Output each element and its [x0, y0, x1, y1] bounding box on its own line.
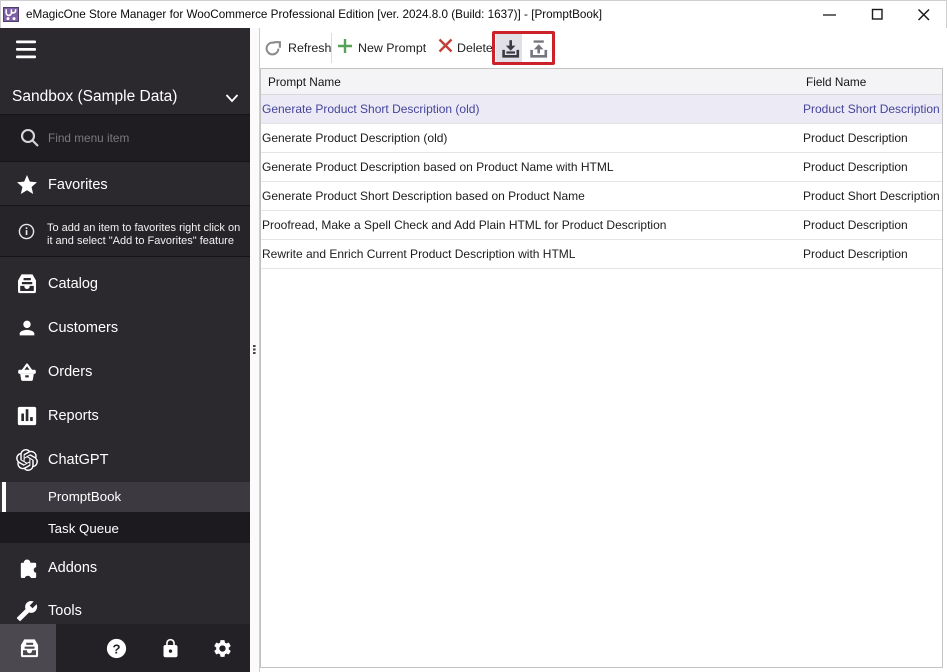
svg-text:?: ? — [112, 641, 120, 656]
